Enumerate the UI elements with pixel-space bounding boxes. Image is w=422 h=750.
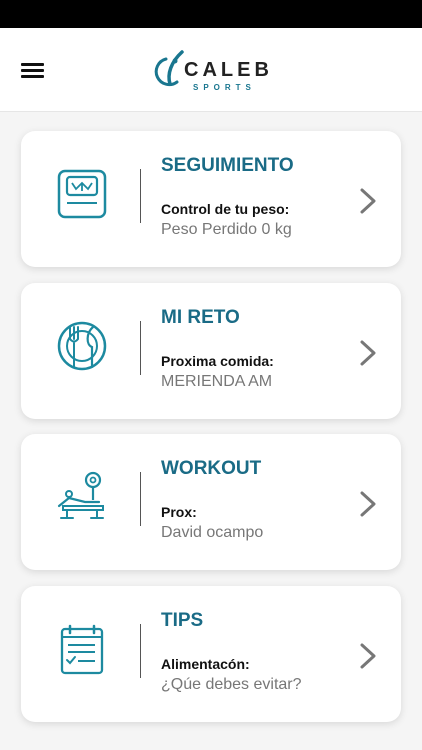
card-label: Prox: [161, 504, 197, 520]
brand-subtitle: SPORTS [193, 83, 256, 92]
card-title: MI RETO [161, 307, 240, 328]
card-label: Proxima comida: [161, 353, 274, 369]
status-bar [0, 0, 422, 28]
card-workout[interactable]: WORKOUT Prox: David ocampo [21, 434, 401, 570]
card-divider [140, 169, 141, 223]
caleb-sports-logo: CALEB SPORTS [146, 46, 278, 94]
hamburger-menu-icon[interactable] [21, 61, 45, 79]
card-title: TIPS [161, 610, 204, 631]
card-label: Alimentacón: [161, 656, 250, 672]
chevron-right-icon[interactable] [358, 490, 378, 518]
chevron-right-icon[interactable] [358, 339, 378, 367]
card-value: MERIENDA AM [161, 373, 273, 390]
card-divider [140, 624, 141, 678]
card-seguimiento[interactable]: SEGUIMIENTO Control de tu peso: Peso Per… [21, 131, 401, 267]
checklist-icon [60, 624, 104, 675]
chevron-right-icon[interactable] [358, 642, 378, 670]
card-divider [140, 321, 141, 375]
card-value: ¿Qúe debes evitar? [161, 676, 302, 693]
card-title: WORKOUT [161, 458, 262, 479]
plate-cutlery-icon [57, 321, 107, 371]
card-mi-reto[interactable]: MI RETO Proxima comida: MERIENDA AM [21, 283, 401, 419]
card-value: Peso Perdido 0 kg [161, 221, 292, 238]
card-value: David ocampo [161, 524, 264, 541]
app-header: CALEB SPORTS [0, 28, 422, 112]
weight-scale-icon [57, 169, 107, 219]
logo-mark-icon [154, 50, 184, 87]
bench-press-icon [57, 471, 104, 519]
card-title: SEGUIMIENTO [161, 155, 294, 176]
card-divider [140, 472, 141, 526]
card-tips[interactable]: TIPS Alimentacón: ¿Qúe debes evitar? [21, 586, 401, 722]
brand-name: CALEB [184, 59, 273, 81]
card-label: Control de tu peso: [161, 201, 290, 217]
chevron-right-icon[interactable] [358, 187, 378, 215]
